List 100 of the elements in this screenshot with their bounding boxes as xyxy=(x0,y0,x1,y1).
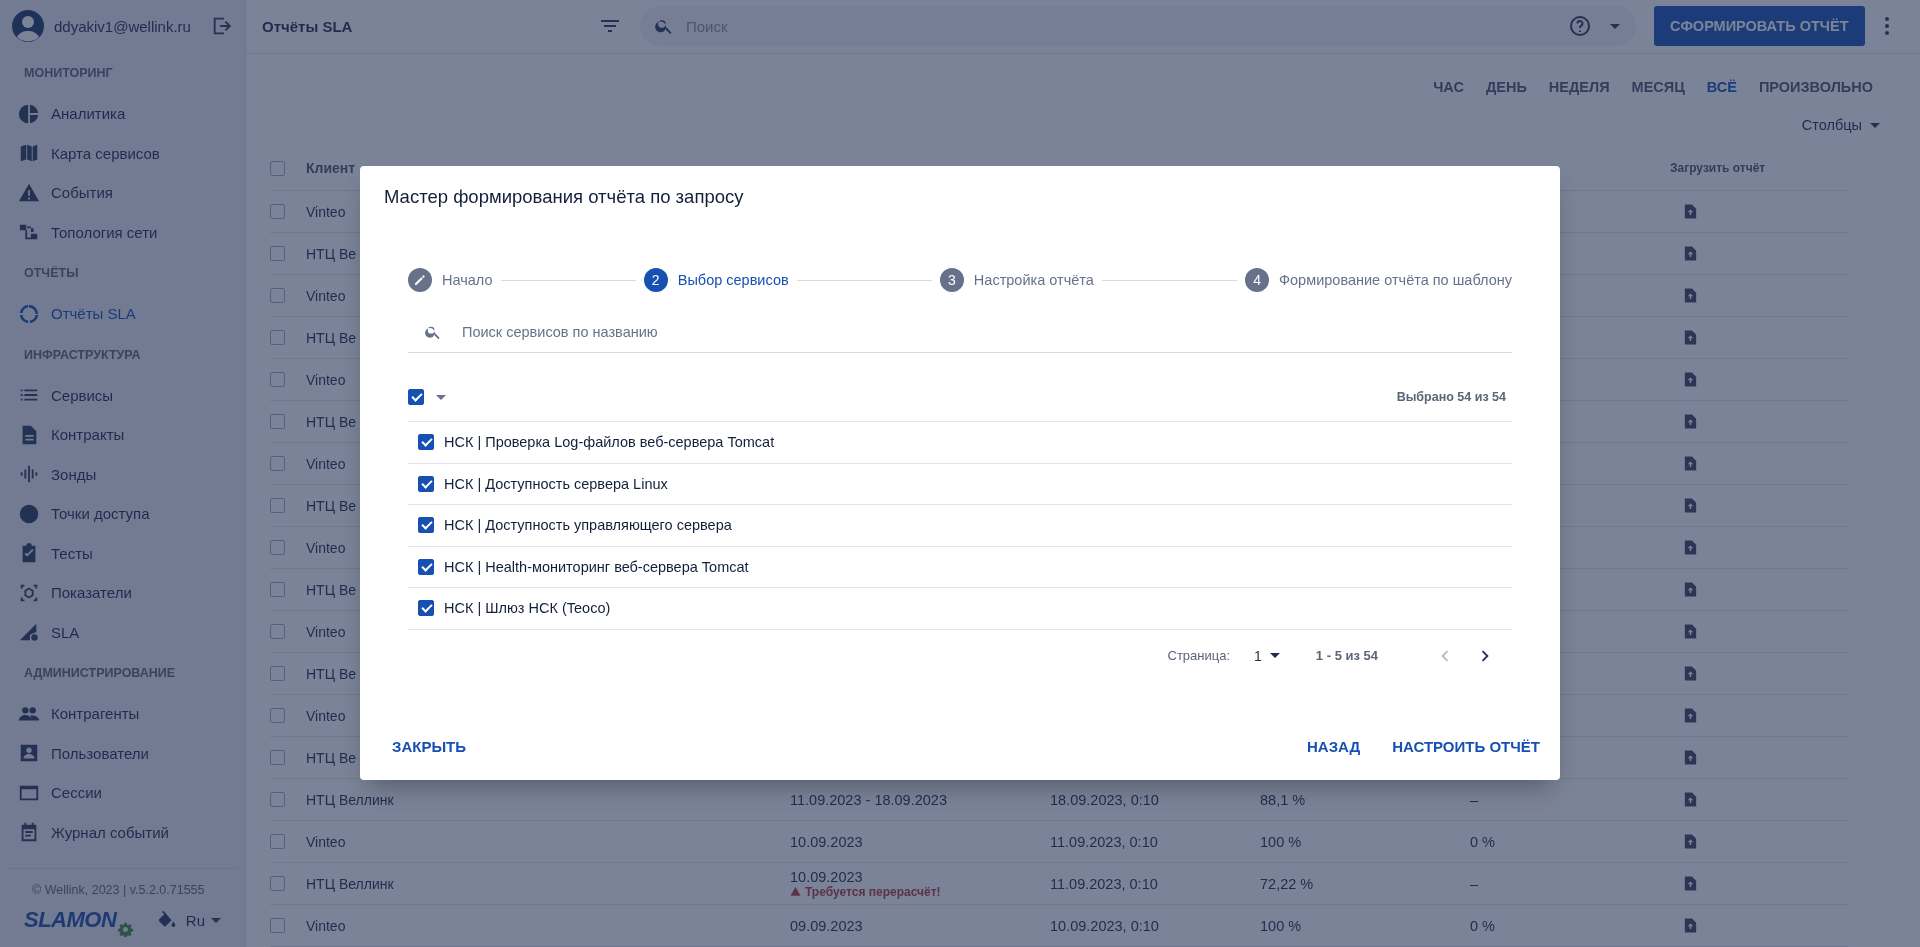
file-upload-icon[interactable] xyxy=(1682,875,1699,892)
table-cell: 72,22 % xyxy=(1260,875,1314,892)
nav-item[interactable]: Тесты xyxy=(0,533,245,573)
checkbox[interactable] xyxy=(270,918,285,933)
checkbox[interactable] xyxy=(270,288,285,303)
nav-item[interactable]: События xyxy=(0,173,245,213)
nav-item[interactable]: Контрагенты xyxy=(0,694,245,734)
checkbox[interactable] xyxy=(270,834,285,849)
section-title: АДМИНИСТРИРОВАНИЕ xyxy=(23,665,177,682)
period-tab[interactable]: МЕСЯЦ xyxy=(1624,71,1692,104)
step-label[interactable]: Формирование отчёта по шаблону xyxy=(1279,272,1512,288)
table-cell: НТЦ Ве xyxy=(306,245,357,262)
checkbox[interactable] xyxy=(270,246,285,261)
pie-chart-icon xyxy=(18,102,40,125)
step-label[interactable]: Начало xyxy=(442,272,493,288)
service-name: НСК | Health-мониторинг веб-сервера Tomcat xyxy=(444,558,749,575)
logout-icon[interactable] xyxy=(211,15,233,37)
nav-item[interactable]: Сессии xyxy=(0,773,245,813)
step-label[interactable]: Выбор сервисов xyxy=(677,272,789,288)
columns-dropdown[interactable]: Столбцы xyxy=(1801,117,1880,134)
nav-item[interactable]: Контракты xyxy=(0,415,245,455)
caret-icon[interactable] xyxy=(1610,23,1620,29)
caret-icon xyxy=(1269,653,1280,658)
back-button[interactable]: НАЗАД xyxy=(1295,727,1373,765)
checkbox[interactable] xyxy=(270,792,285,807)
file-upload-icon[interactable] xyxy=(1682,287,1699,304)
period-tab[interactable]: ДЕНЬ xyxy=(1478,71,1534,104)
checkbox[interactable] xyxy=(270,160,285,176)
checkbox[interactable] xyxy=(270,540,285,555)
file-upload-icon[interactable] xyxy=(1682,581,1699,598)
step-number: 4 xyxy=(1245,268,1270,292)
nav-item[interactable]: Пользователи xyxy=(0,733,245,773)
nav-item[interactable]: SLA xyxy=(0,612,245,652)
file-upload-icon[interactable] xyxy=(1682,371,1699,388)
column-header[interactable]: Загрузить отчёт xyxy=(1670,161,1766,175)
file-upload-icon[interactable] xyxy=(1682,329,1699,346)
file-upload-icon[interactable] xyxy=(1682,707,1699,724)
selection-count: Выбрано 54 из 54 xyxy=(1396,390,1507,404)
page-dropdown[interactable]: 1 xyxy=(1254,647,1280,664)
file-upload-icon[interactable] xyxy=(1682,203,1699,220)
table-cell: 88,1 % xyxy=(1260,791,1306,808)
period-tab[interactable]: ПРОИЗВОЛЬНО xyxy=(1751,71,1880,104)
file-upload-icon[interactable] xyxy=(1682,749,1699,766)
nav-item[interactable]: Зонды xyxy=(0,454,245,494)
table-cell: 10.09.2023 xyxy=(790,868,863,885)
table-cell: Vinteo xyxy=(306,287,346,304)
nav-item[interactable]: Отчёты SLA xyxy=(0,294,245,334)
checkbox[interactable] xyxy=(418,558,434,575)
nav-item[interactable]: Карта сервисов xyxy=(0,133,245,173)
table-cell: Vinteo xyxy=(306,203,346,220)
nav-item[interactable]: Сервисы xyxy=(0,375,245,415)
checkbox[interactable] xyxy=(270,204,285,219)
checkbox[interactable] xyxy=(270,456,285,471)
configure-report-button[interactable]: НАСТРОИТЬ ОТЧЁТ xyxy=(1380,727,1552,765)
caret-icon[interactable] xyxy=(436,394,446,400)
nav-item[interactable]: Аналитика xyxy=(0,94,245,134)
checkbox[interactable] xyxy=(408,389,424,405)
file-upload-icon[interactable] xyxy=(1682,497,1699,514)
file-upload-icon[interactable] xyxy=(1682,791,1699,808)
file-upload-icon[interactable] xyxy=(1682,455,1699,472)
user-email: ddyakiv1@wellink.ru xyxy=(54,17,192,35)
help-icon[interactable] xyxy=(1568,14,1592,39)
avatar-icon[interactable] xyxy=(12,10,44,42)
checkbox[interactable] xyxy=(270,624,285,639)
checkbox[interactable] xyxy=(270,330,285,345)
file-upload-icon[interactable] xyxy=(1682,833,1699,850)
language-dropdown[interactable]: Ru xyxy=(185,911,221,929)
checkbox[interactable] xyxy=(270,708,285,723)
checkbox[interactable] xyxy=(270,498,285,513)
checkbox[interactable] xyxy=(270,750,285,765)
checkbox[interactable] xyxy=(418,517,434,534)
table-cell: 10.09.2023, 0:10 xyxy=(1050,917,1159,934)
circle-icon xyxy=(18,502,40,525)
period-tab[interactable]: НЕДЕЛЯ xyxy=(1541,71,1617,104)
checkbox[interactable] xyxy=(270,876,285,891)
nav-item[interactable]: Журнал событий xyxy=(0,812,245,852)
close-button[interactable]: ЗАКРЫТЬ xyxy=(380,727,479,765)
period-tab[interactable]: ВСЁ xyxy=(1699,71,1744,104)
file-upload-icon[interactable] xyxy=(1682,539,1699,556)
file-upload-icon[interactable] xyxy=(1682,245,1699,262)
checkbox[interactable] xyxy=(270,372,285,387)
checkbox[interactable] xyxy=(270,582,285,597)
file-upload-icon[interactable] xyxy=(1682,917,1699,934)
nav-item[interactable]: Показатели xyxy=(0,573,245,613)
file-upload-icon[interactable] xyxy=(1682,665,1699,682)
period-tab[interactable]: ЧАС xyxy=(1426,71,1471,104)
table-cell: 11.09.2023, 0:10 xyxy=(1050,875,1158,892)
checkbox[interactable] xyxy=(270,414,285,429)
checkbox[interactable] xyxy=(418,475,434,492)
column-header[interactable]: Клиент xyxy=(306,160,356,176)
create-report-button[interactable]: СФОРМИРОВАТЬ ОТЧЁТ xyxy=(1654,6,1865,47)
file-upload-icon[interactable] xyxy=(1682,623,1699,640)
step-number: 2 xyxy=(643,268,668,292)
checkbox[interactable] xyxy=(418,600,434,617)
checkbox[interactable] xyxy=(418,434,434,451)
file-upload-icon[interactable] xyxy=(1682,413,1699,430)
step-label[interactable]: Настройка отчёта xyxy=(973,272,1094,288)
nav-item[interactable]: Топология сети xyxy=(0,212,245,252)
nav-item[interactable]: Точки доступа xyxy=(0,494,245,534)
checkbox[interactable] xyxy=(270,666,285,681)
